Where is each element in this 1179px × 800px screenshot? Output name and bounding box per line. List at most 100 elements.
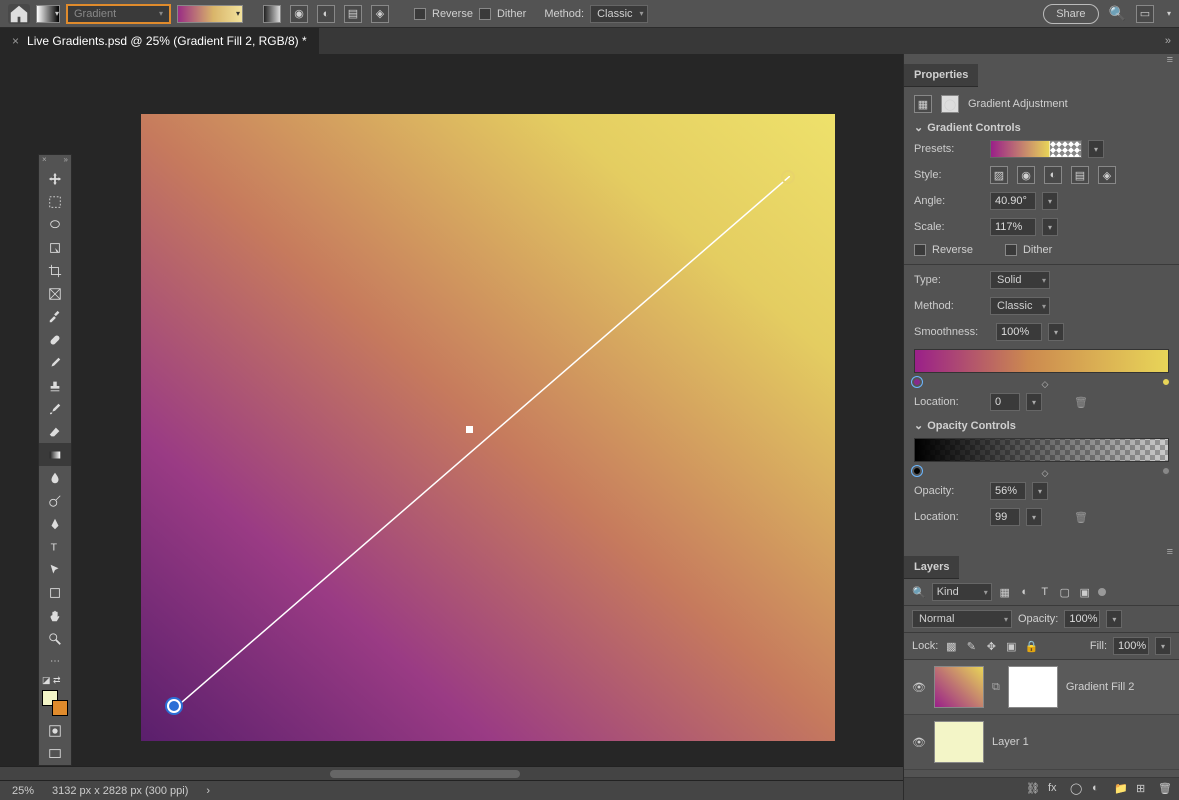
style-reflected-icon[interactable]: ▤ (344, 5, 362, 23)
location-field[interactable]: 0 (990, 393, 1020, 411)
layer-filter-kind[interactable]: Kind (932, 583, 992, 601)
opacity-stop-row[interactable]: ◇ (914, 466, 1169, 478)
opacity-stop-right[interactable] (1161, 466, 1171, 476)
dodge-tool[interactable] (39, 489, 71, 512)
lock-position-icon[interactable]: ✥ (984, 639, 998, 653)
canvas-area[interactable] (73, 54, 903, 800)
lock-all-icon[interactable]: 🔒 (1024, 639, 1038, 653)
toolbox-close-icon[interactable]: × (42, 155, 47, 167)
color-stop-row[interactable]: ◇ (914, 377, 1169, 389)
home-button[interactable] (8, 4, 30, 24)
foreground-swatch-dropdown[interactable]: ▾ (36, 5, 60, 23)
frame-tool[interactable] (39, 282, 71, 305)
canvas[interactable] (141, 114, 835, 741)
blend-mode-select[interactable]: Normal (912, 610, 1012, 628)
gradient-tool[interactable] (39, 443, 71, 466)
properties-tab[interactable]: Properties (904, 64, 978, 87)
fgbg-swatches[interactable] (42, 690, 68, 716)
new-layer-icon[interactable]: ⊞ (1136, 782, 1150, 796)
delete-opacity-stop-icon[interactable]: 🗑 (1074, 511, 1088, 524)
color-stop-right[interactable] (1161, 377, 1171, 387)
style-radial-icon[interactable]: ◉ (1017, 166, 1035, 184)
canvas-scrollbar-h[interactable] (0, 766, 903, 780)
mask-add-icon[interactable]: ◯ (1070, 782, 1084, 796)
filter-shape-icon[interactable]: ▢ (1058, 585, 1072, 599)
style-angle-icon[interactable]: ◐ (317, 5, 335, 23)
chevron-down-icon[interactable]: ▾ (1167, 9, 1171, 18)
style-angle-icon[interactable]: ◐ (1044, 166, 1062, 184)
brush-tool[interactable] (39, 351, 71, 374)
opacity-stop-left[interactable] (912, 466, 922, 476)
midpoint-icon[interactable]: ◇ (1042, 468, 1049, 479)
lasso-tool[interactable] (39, 213, 71, 236)
swap-fgbg-icon[interactable]: ◪ ⇄ (39, 673, 71, 687)
style-reflected-icon[interactable]: ▤ (1071, 166, 1089, 184)
stamp-tool[interactable] (39, 374, 71, 397)
opacity-dropdown[interactable]: ▾ (1032, 482, 1048, 500)
filter-toggle-icon[interactable] (1098, 588, 1106, 596)
eyedropper-tool[interactable] (39, 305, 71, 328)
reverse-checkbox[interactable] (414, 8, 426, 20)
object-select-tool[interactable] (39, 236, 71, 259)
hand-tool[interactable] (39, 604, 71, 627)
location-dropdown[interactable]: ▾ (1026, 393, 1042, 411)
tab-overflow-icon[interactable]: » (1165, 35, 1179, 47)
history-brush-tool[interactable] (39, 397, 71, 420)
scale-dropdown[interactable]: ▾ (1042, 218, 1058, 236)
visibility-toggle[interactable]: 👁 (912, 681, 926, 694)
close-tab-icon[interactable]: × (12, 34, 19, 48)
layer-name[interactable]: Layer 1 (992, 736, 1029, 748)
document-tab[interactable]: × Live Gradients.psd @ 25% (Gradient Fil… (0, 28, 319, 54)
lock-paint-icon[interactable]: ✎ (964, 639, 978, 653)
toolbox-expand-icon[interactable]: » (64, 155, 68, 167)
more-tools[interactable]: ⋯ (39, 650, 71, 673)
gradient-widget-line[interactable] (174, 176, 790, 709)
opacity-field[interactable]: 56% (990, 482, 1026, 500)
eraser-tool[interactable] (39, 420, 71, 443)
smoothness-dropdown[interactable]: ▾ (1048, 323, 1064, 341)
gradient-end-handle[interactable] (781, 170, 795, 184)
dither-checkbox[interactable] (1005, 244, 1017, 256)
location2-dropdown[interactable]: ▾ (1026, 508, 1042, 526)
opacity-gradient-bar[interactable] (914, 438, 1169, 462)
pen-tool[interactable] (39, 512, 71, 535)
midpoint-icon[interactable]: ◇ (1042, 379, 1049, 390)
delete-layer-icon[interactable]: 🗑 (1158, 782, 1172, 796)
lock-nest-icon[interactable]: ▣ (1004, 639, 1018, 653)
smoothness-field[interactable]: 100% (996, 323, 1042, 341)
filter-adjust-icon[interactable]: ◐ (1018, 585, 1032, 599)
layer-thumbnail[interactable] (934, 666, 984, 708)
search-icon[interactable]: 🔍 (1109, 5, 1126, 22)
layer-row[interactable]: 👁 ⧉ Gradient Fill 2 (904, 660, 1179, 715)
gradient-midpoint-handle[interactable] (466, 426, 473, 433)
angle-field[interactable]: 40.90° (990, 192, 1036, 210)
shape-tool[interactable] (39, 581, 71, 604)
lock-transparency-icon[interactable]: ▩ (944, 639, 958, 653)
style-radial-icon[interactable]: ◉ (290, 5, 308, 23)
angle-dropdown[interactable]: ▾ (1042, 192, 1058, 210)
quickmask-icon[interactable] (39, 719, 71, 742)
link-icon[interactable]: ⧉ (992, 681, 1000, 694)
marquee-tool[interactable] (39, 190, 71, 213)
color-gradient-bar[interactable] (914, 349, 1169, 373)
delete-stop-icon[interactable]: 🗑 (1074, 396, 1088, 409)
filter-image-icon[interactable]: ▦ (998, 585, 1012, 599)
link-layers-icon[interactable]: ⛓ (1026, 782, 1040, 796)
reverse-checkbox[interactable] (914, 244, 926, 256)
dither-checkbox[interactable] (479, 8, 491, 20)
gradient-controls-section[interactable]: ⌄Gradient Controls (914, 121, 1169, 134)
method-select[interactable]: Classic (590, 5, 647, 23)
filter-smart-icon[interactable]: ▣ (1078, 585, 1092, 599)
move-tool[interactable] (39, 167, 71, 190)
document-info[interactable]: 3132 px x 2828 px (300 ppi) (52, 785, 188, 797)
screenmode-icon[interactable] (39, 742, 71, 765)
method-select[interactable]: Classic (990, 297, 1050, 315)
filter-type-icon[interactable]: T (1038, 585, 1052, 599)
scale-field[interactable]: 117% (990, 218, 1036, 236)
location2-field[interactable]: 99 (990, 508, 1020, 526)
gradient-preview-dropdown[interactable]: ▾ (177, 5, 243, 23)
crop-tool[interactable] (39, 259, 71, 282)
share-button[interactable]: Share (1043, 4, 1098, 24)
presets-dropdown[interactable]: ▾ (1088, 140, 1104, 158)
panel-menu-icon[interactable]: ≡ (904, 54, 1179, 64)
